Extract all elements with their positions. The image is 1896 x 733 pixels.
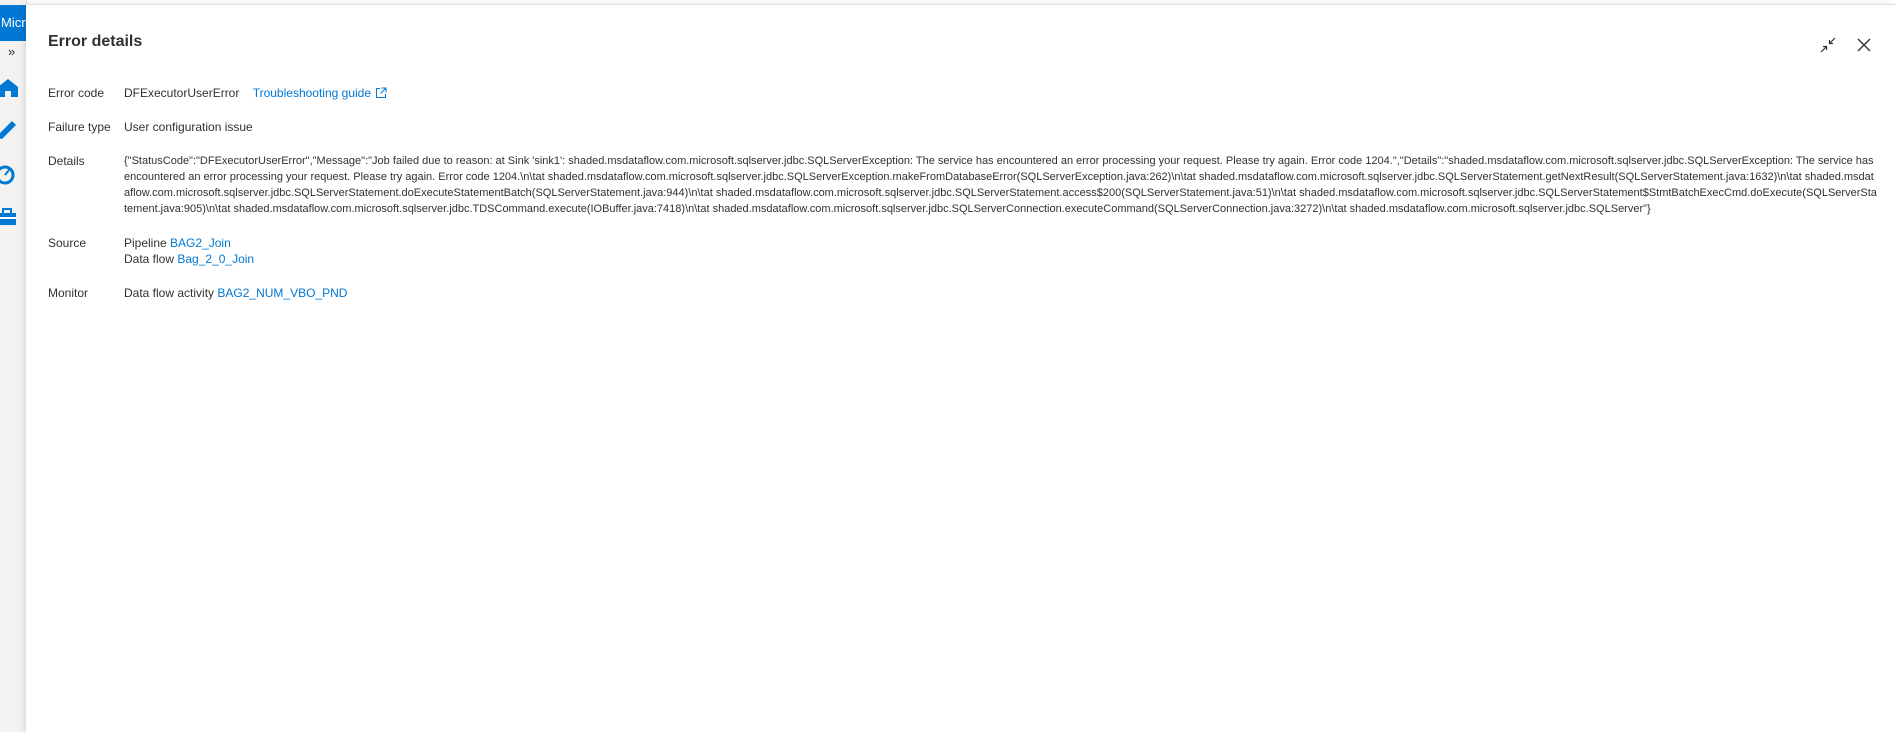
troubleshooting-guide-link[interactable]: Troubleshooting guide: [253, 86, 387, 100]
expand-nav-icon[interactable]: »: [8, 44, 15, 60]
source-label: Source: [48, 236, 87, 250]
activity-prefix: Data flow activity: [124, 286, 215, 300]
source-row: Source Pipeline BAG2_Join Data flow Bag_…: [48, 235, 1878, 267]
details-row: Details {"StatusCode":"DFExecutorUserErr…: [48, 153, 1878, 217]
dataflow-line: Data flow Bag_2_0_Join: [124, 251, 1878, 267]
dataflow-link[interactable]: Bag_2_0_Join: [177, 252, 254, 266]
failure-type-value: User configuration issue: [124, 120, 253, 134]
close-icon: [1857, 38, 1871, 52]
pipeline-link[interactable]: BAG2_Join: [170, 236, 231, 250]
error-code-value: DFExecutorUserError: [124, 86, 240, 100]
pipeline-line: Pipeline BAG2_Join: [124, 235, 1878, 251]
failure-type-row: Failure type User configuration issue: [48, 119, 1878, 135]
activity-link[interactable]: BAG2_NUM_VBO_PND: [217, 286, 347, 300]
pencil-icon[interactable]: [0, 118, 24, 142]
details-label: Details: [48, 154, 85, 168]
external-link-icon: [376, 87, 387, 98]
left-nav-rail: Micr »: [0, 0, 27, 732]
pipeline-prefix: Pipeline: [124, 236, 167, 250]
toolbox-icon[interactable]: [0, 205, 24, 229]
monitor-label: Monitor: [48, 286, 89, 300]
error-details-panel: Error details Error code DFExecutorUserE…: [26, 4, 1896, 733]
monitor-gauge-icon[interactable]: [0, 163, 24, 187]
error-code-row: Error code DFExecutorUserError Troublesh…: [48, 85, 1878, 101]
troubleshooting-guide-label: Troubleshooting guide: [252, 86, 372, 100]
home-icon[interactable]: [0, 76, 24, 100]
collapse-button[interactable]: [1814, 31, 1842, 59]
collapse-arrows-icon: [1820, 37, 1836, 53]
error-detail-rows: Error code DFExecutorUserError Troublesh…: [48, 85, 1878, 301]
panel-title: Error details: [48, 33, 143, 50]
dataflow-prefix: Data flow: [124, 252, 175, 266]
error-code-label: Error code: [48, 86, 105, 100]
failure-type-label: Failure type: [48, 120, 111, 134]
brand-bar: Micr: [0, 5, 26, 41]
details-value: {"StatusCode":"DFExecutorUserError","Mes…: [124, 155, 1877, 215]
monitor-row: Monitor Data flow activity BAG2_NUM_VBO_…: [48, 285, 1878, 301]
close-button[interactable]: [1850, 31, 1878, 59]
